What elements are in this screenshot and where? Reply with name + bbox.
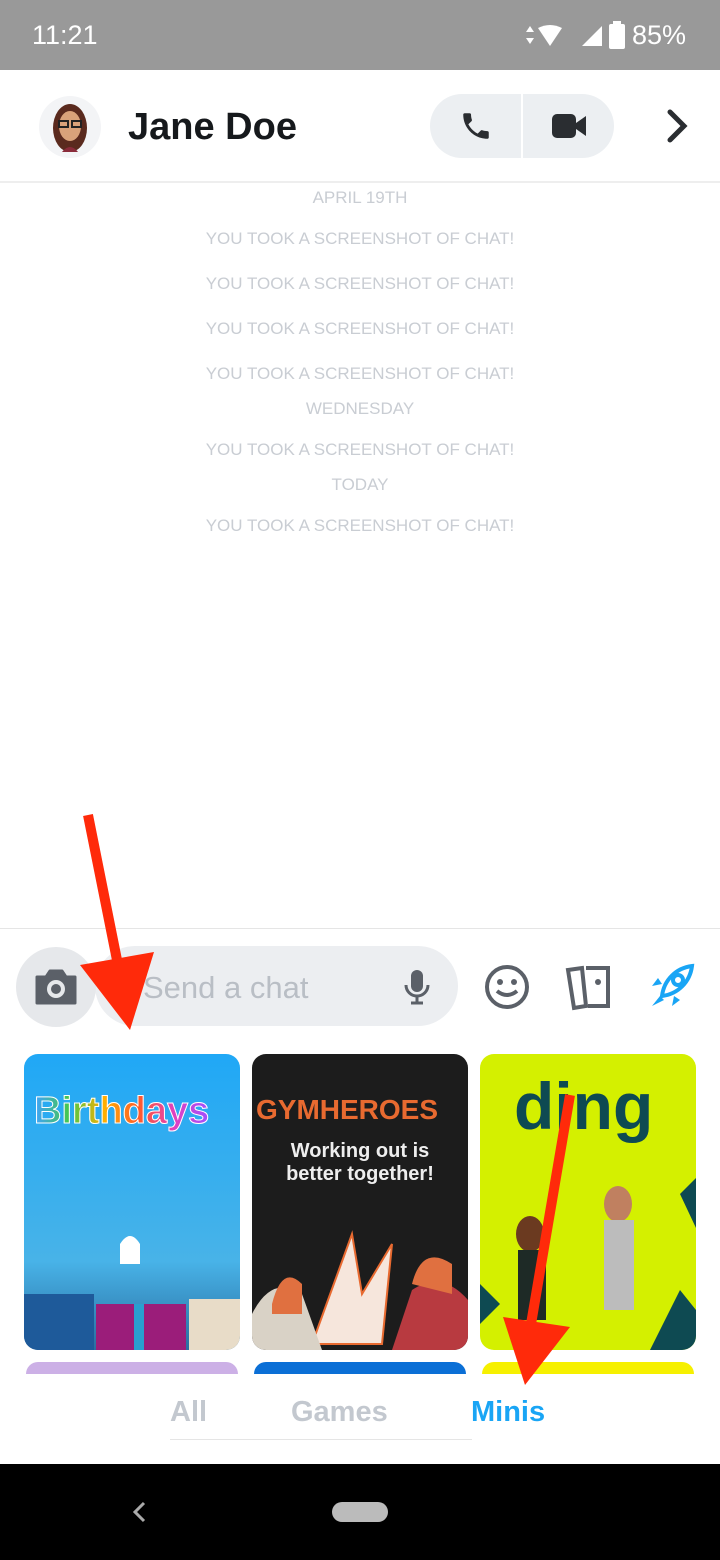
microphone-icon[interactable] bbox=[403, 968, 431, 1006]
tab-all[interactable]: All bbox=[170, 1396, 207, 1429]
date-separator: TODAY bbox=[331, 475, 389, 494]
chevron-right-icon[interactable] bbox=[664, 108, 690, 144]
camera-icon bbox=[35, 969, 77, 1005]
video-camera-icon bbox=[551, 114, 586, 138]
battery-icon bbox=[609, 21, 625, 49]
mini-subtitle: Working out is better together! bbox=[286, 1140, 434, 1185]
screenshot-notice: YOU TOOK A SCREENSHOT OF CHAT! bbox=[205, 274, 515, 293]
gym-illustration bbox=[252, 1230, 468, 1350]
mini-title: Birthdays bbox=[33, 1090, 210, 1133]
tabs-underline bbox=[170, 1439, 472, 1440]
status-bar: 11:21 85% bbox=[0, 0, 720, 70]
chat-input-placeholder: Send a chat bbox=[143, 970, 309, 1005]
smiley-icon[interactable] bbox=[484, 964, 530, 1010]
chat-header: Jane Doe bbox=[0, 70, 720, 183]
mini-title: GYMHEROES bbox=[256, 1094, 439, 1125]
mini-card-partial[interactable] bbox=[482, 1362, 694, 1374]
ding-illustration bbox=[480, 1178, 696, 1350]
mini-card-gymheroes[interactable]: GYMHEROES Working out is better together… bbox=[252, 1054, 468, 1350]
camera-button[interactable] bbox=[16, 947, 96, 1027]
gifts-illustration bbox=[24, 1236, 240, 1350]
tab-games[interactable]: Games bbox=[291, 1396, 388, 1429]
status-time: 11:21 bbox=[32, 20, 98, 50]
cards-icon[interactable] bbox=[564, 962, 614, 1012]
battery-percent: 85% bbox=[631, 20, 686, 50]
screenshot-notice: YOU TOOK A SCREENSHOT OF CHAT! bbox=[205, 319, 515, 338]
chat-input[interactable]: Send a chat bbox=[95, 946, 458, 1026]
contact-name[interactable]: Jane Doe bbox=[128, 106, 297, 149]
rocket-icon[interactable] bbox=[648, 962, 696, 1010]
screenshot-notice: YOU TOOK A SCREENSHOT OF CHAT! bbox=[205, 229, 515, 248]
video-call-button[interactable] bbox=[523, 94, 614, 158]
home-button[interactable] bbox=[332, 1502, 388, 1522]
mini-card-partial[interactable] bbox=[254, 1362, 466, 1374]
mini-card-birthdays[interactable]: Birthdays bbox=[24, 1054, 240, 1350]
screenshot-notice: YOU TOOK A SCREENSHOT OF CHAT! bbox=[205, 440, 515, 459]
mini-card-ding[interactable]: ding bbox=[480, 1054, 696, 1350]
divider bbox=[0, 928, 720, 929]
avatar[interactable] bbox=[39, 96, 101, 158]
screenshot-notice: YOU TOOK A SCREENSHOT OF CHAT! bbox=[205, 364, 515, 383]
call-buttons bbox=[430, 94, 614, 158]
mini-card-partial[interactable] bbox=[26, 1362, 238, 1374]
mini-title: ding bbox=[514, 1069, 654, 1143]
date-separator: APRIL 19TH bbox=[312, 188, 408, 207]
voice-call-button[interactable] bbox=[430, 94, 521, 158]
phone-icon bbox=[462, 113, 489, 139]
signal-icons bbox=[526, 25, 602, 46]
screenshot-notice: YOU TOOK A SCREENSHOT OF CHAT! bbox=[205, 516, 515, 535]
tab-minis[interactable]: Minis bbox=[471, 1396, 545, 1429]
date-separator: WEDNESDAY bbox=[305, 399, 415, 418]
navigation-bar bbox=[0, 1464, 720, 1560]
back-icon[interactable] bbox=[130, 1500, 150, 1524]
